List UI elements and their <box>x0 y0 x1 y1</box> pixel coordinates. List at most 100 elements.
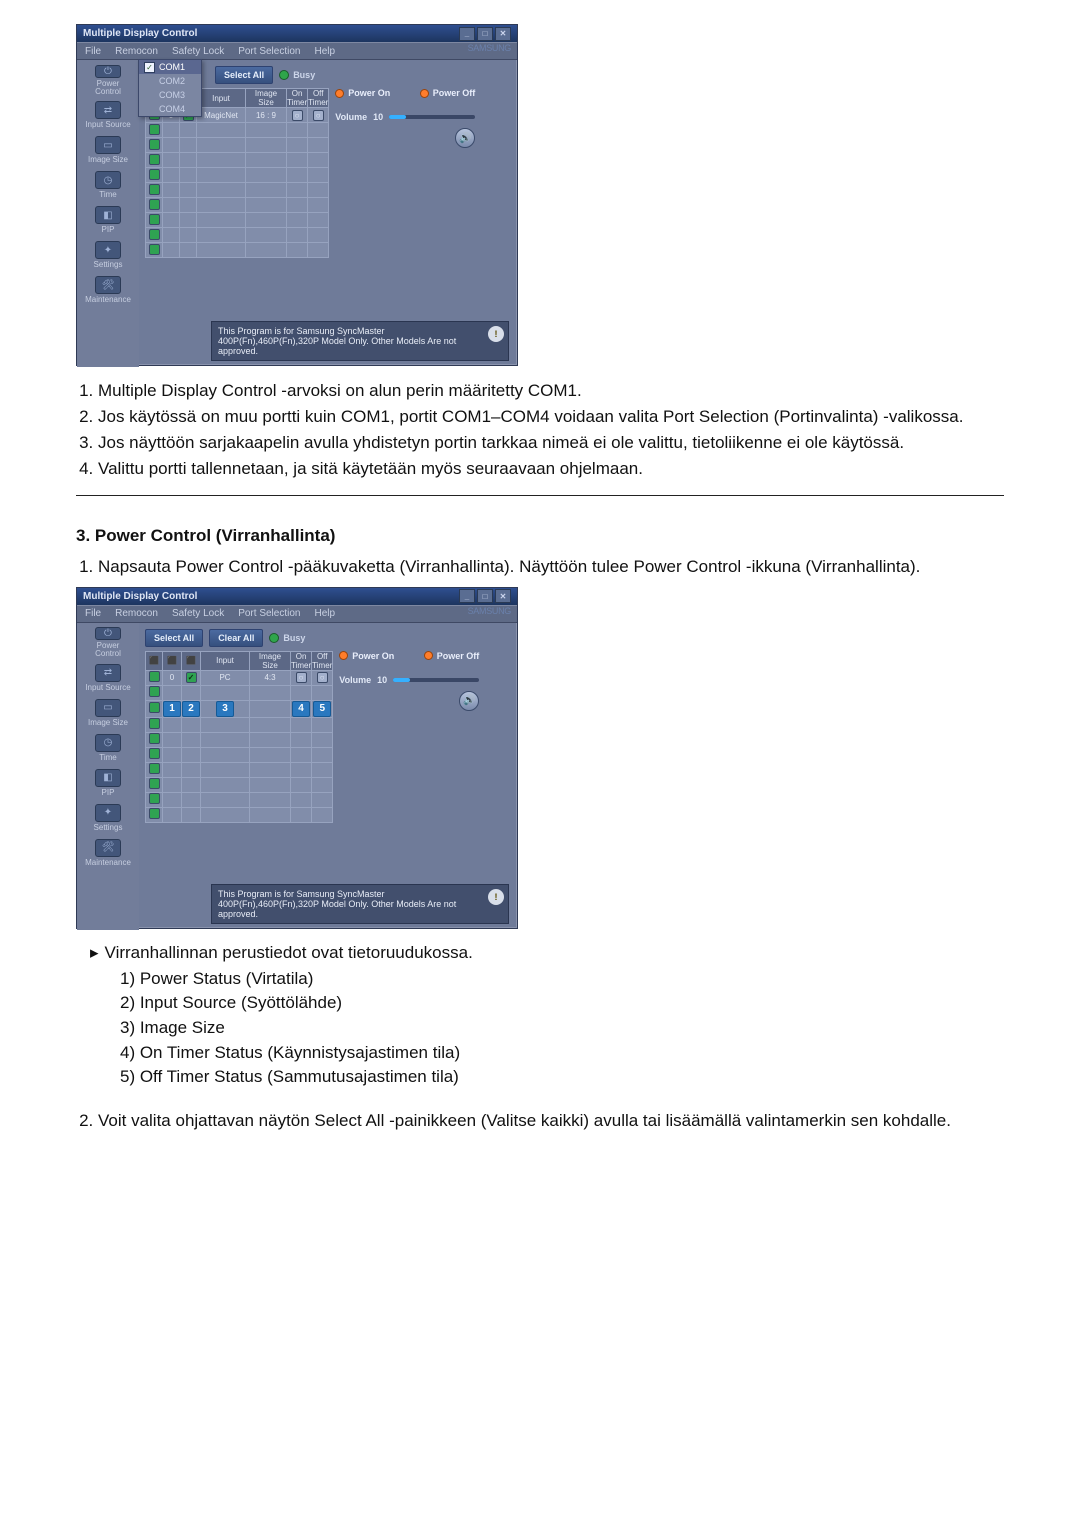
table-row[interactable] <box>146 777 333 792</box>
menu-safety[interactable]: Safety Lock <box>172 608 224 619</box>
menu-remocon[interactable]: Remocon <box>115 608 158 619</box>
table-row[interactable] <box>146 762 333 777</box>
menu-port[interactable]: Port Selection <box>238 608 300 619</box>
port-selection-dropdown[interactable]: ✓COM1 COM2 COM3 COM4 <box>138 59 202 117</box>
mute-button[interactable]: 🔊 <box>459 691 479 711</box>
menu-port[interactable]: Port Selection <box>238 46 300 57</box>
sub-item: 3) Image Size <box>120 1016 1004 1041</box>
maximize-icon[interactable]: □ <box>477 589 493 603</box>
close-icon[interactable]: ✕ <box>495 589 511 603</box>
menu-file[interactable]: File <box>85 46 101 57</box>
callout-2: 2 <box>182 701 200 717</box>
window-controls: _ □ ✕ <box>459 589 511 603</box>
volume-value: 10 <box>377 675 387 685</box>
table-row[interactable] <box>146 198 329 213</box>
select-all-button[interactable]: Select All <box>215 66 273 84</box>
table-row[interactable] <box>146 243 329 258</box>
port-option-com2[interactable]: COM2 <box>139 74 201 88</box>
table-row[interactable] <box>146 747 333 762</box>
row-checkbox[interactable]: ✓ <box>182 670 201 685</box>
menu-help[interactable]: Help <box>314 608 335 619</box>
sidebar-item-power[interactable]: ⏻Power Control <box>84 629 132 657</box>
list-item: Valittu portti tallennetaan, ja sitä käy… <box>98 458 1004 481</box>
table-row[interactable] <box>146 153 329 168</box>
sub-item: 1) Power Status (Virtatila) <box>120 967 1004 992</box>
window-title: Multiple Display Control <box>83 28 197 39</box>
col-ontimer: On Timer <box>287 89 308 108</box>
table-row[interactable] <box>146 228 329 243</box>
warning-icon: ! <box>488 889 504 905</box>
col-input: Input <box>201 651 250 670</box>
power-off-button[interactable]: Power Off <box>424 651 480 661</box>
sidebar-item-maintenance[interactable]: 🛠Maintenance <box>84 276 132 304</box>
volume-slider[interactable] <box>393 678 479 682</box>
list-item: Jos käytössä on muu portti kuin COM1, po… <box>98 406 1004 429</box>
table-row[interactable] <box>146 123 329 138</box>
maximize-icon[interactable]: □ <box>477 27 493 41</box>
col-ontimer: On Timer <box>291 651 312 670</box>
clear-all-button[interactable]: Clear All <box>209 629 263 647</box>
table-row[interactable] <box>146 213 329 228</box>
callout-4: 4 <box>292 701 310 717</box>
menu-help[interactable]: Help <box>314 46 335 57</box>
sidebar-item-settings[interactable]: ✦Settings <box>84 241 132 269</box>
port-option-com3[interactable]: COM3 <box>139 88 201 102</box>
table-row[interactable] <box>146 717 333 732</box>
cell-ontimer: ○ <box>291 670 312 685</box>
sidebar-item-image[interactable]: ▭Image Size <box>84 699 132 727</box>
sidebar-item-time[interactable]: ◷Time <box>84 171 132 199</box>
power-on-button[interactable]: Power On <box>339 651 394 661</box>
wrench-icon: 🛠 <box>95 276 121 294</box>
sidebar-item-time[interactable]: ◷Time <box>84 734 132 762</box>
table-row[interactable] <box>146 807 333 822</box>
volume-control: Volume 10 <box>339 675 479 685</box>
minimize-icon[interactable]: _ <box>459 27 475 41</box>
table-row[interactable] <box>146 792 333 807</box>
sidebar-item-pip[interactable]: ◧PIP <box>84 206 132 234</box>
dot-icon <box>335 89 344 98</box>
title-bar: Multiple Display Control _ □ ✕ <box>77 25 517 42</box>
table-row[interactable] <box>146 685 333 700</box>
sidebar: ⏻Power Control ⇄Input Source ▭Image Size… <box>77 60 139 367</box>
menu-bar: File Remocon Safety Lock Port Selection … <box>77 605 517 623</box>
list-item: Jos näyttöön sarjakaapelin avulla yhdist… <box>98 432 1004 455</box>
led-icon <box>269 633 279 643</box>
window-controls: _ □ ✕ <box>459 27 511 41</box>
table-row[interactable]: 0 ✓ PC 4:3 ○ ○ <box>146 670 333 685</box>
sidebar-item-pip[interactable]: ◧PIP <box>84 769 132 797</box>
table-row[interactable] <box>146 732 333 747</box>
volume-slider[interactable] <box>389 115 475 119</box>
sidebar-item-input[interactable]: ⇄Input Source <box>84 101 132 129</box>
power-on-button[interactable]: Power On <box>335 88 390 98</box>
app-window-power-control: Multiple Display Control _ □ ✕ File Remo… <box>76 587 518 929</box>
select-all-button[interactable]: Select All <box>145 629 203 647</box>
sidebar-item-power[interactable]: ⏻Power Control <box>84 66 132 94</box>
table-row[interactable] <box>146 168 329 183</box>
pip-icon: ◧ <box>95 769 121 787</box>
port-option-com4[interactable]: COM4 <box>139 102 201 116</box>
list-item: Voit valita ohjattavan näytön Select All… <box>98 1110 1004 1133</box>
sidebar-item-maintenance[interactable]: 🛠Maintenance <box>84 839 132 867</box>
sidebar-item-settings[interactable]: ✦Settings <box>84 804 132 832</box>
main-area: ✓COM1 COM2 COM3 COM4 Select All Busy ⬛ ⬛ <box>139 60 517 367</box>
table-row[interactable] <box>146 183 329 198</box>
power-off-button[interactable]: Power Off <box>420 88 476 98</box>
mute-button[interactable]: 🔊 <box>455 128 475 148</box>
cell-offtimer: ○ <box>312 670 333 685</box>
port-option-com1[interactable]: ✓COM1 <box>139 60 201 74</box>
sidebar-item-image[interactable]: ▭Image Size <box>84 136 132 164</box>
col-status: ⬛ <box>146 651 163 670</box>
sidebar-item-input[interactable]: ⇄Input Source <box>84 664 132 692</box>
time-icon: ◷ <box>95 734 121 752</box>
table-row[interactable] <box>146 138 329 153</box>
menu-safety[interactable]: Safety Lock <box>172 46 224 57</box>
pip-icon: ◧ <box>95 206 121 224</box>
cell-input: PC <box>201 670 250 685</box>
minimize-icon[interactable]: _ <box>459 589 475 603</box>
dot-icon <box>420 89 429 98</box>
close-icon[interactable]: ✕ <box>495 27 511 41</box>
power-icon: ⏻ <box>95 627 121 640</box>
menu-remocon[interactable]: Remocon <box>115 46 158 57</box>
menu-file[interactable]: File <box>85 608 101 619</box>
window-title: Multiple Display Control <box>83 591 197 602</box>
